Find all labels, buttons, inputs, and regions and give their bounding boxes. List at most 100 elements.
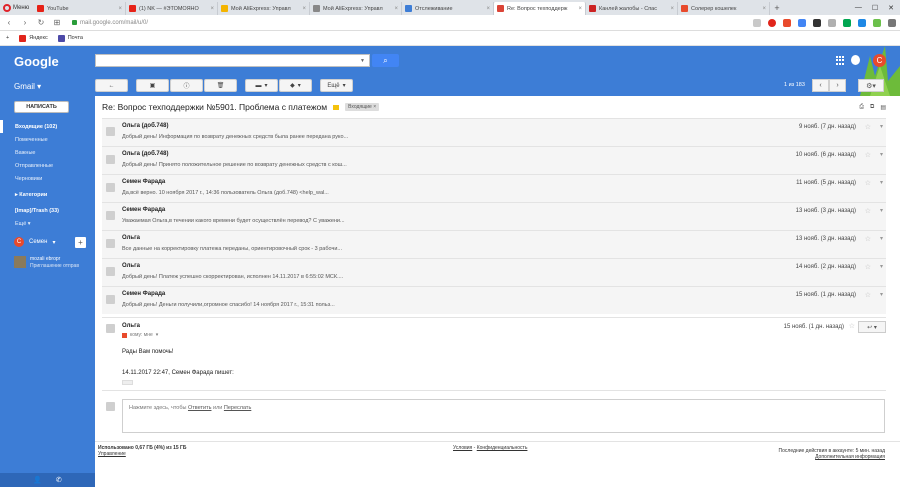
details-link[interactable]: Дополнительная информация (779, 454, 885, 460)
bookmark-mail[interactable]: Почта (57, 34, 83, 42)
hangouts-contact[interactable]: mozali ebropr Приглашение отправ (14, 256, 79, 270)
star-icon[interactable]: ☆ (849, 322, 855, 330)
browser-tab[interactable]: Канлей жалобы - Спас × (586, 2, 678, 15)
delete-button[interactable]: 🗑 (204, 79, 237, 92)
extension-icon[interactable] (813, 18, 821, 27)
phone-icon[interactable]: ✆ (56, 476, 62, 484)
browser-tab[interactable]: Re: Вопрос техподдерж × (494, 2, 586, 15)
print-icon[interactable]: ⎙ (859, 104, 864, 111)
close-tab-icon[interactable]: × (578, 6, 582, 12)
collapsed-message[interactable]: Семен Фарада Добрый день! Деньги получили… (102, 286, 886, 314)
extension-icon[interactable] (828, 18, 836, 27)
terms-link[interactable]: Условия (453, 445, 472, 451)
extension-icon[interactable] (798, 18, 806, 27)
url-field[interactable]: mail.google.com/mail/u/0/ (72, 20, 148, 26)
collapsed-message[interactable]: Семен Фарада Уважаемая Ольга,в течении ка… (102, 202, 886, 230)
sidebar-item-trash[interactable]: [Imap]/Trash (33) (0, 204, 95, 217)
google-logo[interactable]: Google (14, 54, 59, 69)
extension-icon[interactable] (768, 18, 776, 27)
browser-tab[interactable]: Отслеживание × (402, 2, 494, 15)
search-options-icon[interactable]: ▼ (360, 58, 365, 64)
hangouts-user[interactable]: С Семен ▾ (14, 237, 55, 247)
star-icon[interactable]: ☆ (865, 151, 871, 159)
collapsed-message[interactable]: Семен Фарада Да,всё верно. 10 ноября 2017… (102, 174, 886, 202)
sidebar-item-important[interactable]: Важные (0, 146, 95, 159)
search-input[interactable]: ▼ (95, 54, 370, 67)
gmail-switcher[interactable]: Gmail ▾ (14, 82, 41, 91)
compose-button[interactable]: НАПИСАТЬ (14, 101, 69, 113)
more-options-icon[interactable]: ▾ (880, 207, 883, 214)
star-icon[interactable]: ☆ (865, 179, 871, 187)
settings-button[interactable]: ⚙ ▾ (858, 79, 884, 92)
sidebar-item-inbox[interactable]: Входящие (102) (0, 120, 95, 133)
minimize-icon[interactable]: — (855, 4, 862, 11)
extension-icon[interactable] (843, 18, 851, 27)
more-options-icon[interactable]: ▾ (880, 123, 883, 130)
recipient-line[interactable]: кому: мне ▾ (122, 332, 158, 338)
more-button[interactable]: Ещё ▾ (320, 79, 353, 92)
apps-grid-icon[interactable] (836, 56, 845, 65)
extension-icon[interactable] (783, 18, 791, 27)
back-icon[interactable]: ‹ (4, 18, 14, 27)
close-tab-icon[interactable]: × (670, 6, 674, 12)
move-to-button[interactable]: ▬ ▾ (245, 79, 278, 92)
search-button[interactable]: ⌕ (372, 54, 399, 67)
new-conversation-button[interactable]: + (75, 237, 86, 248)
browser-tab[interactable]: Мой AliExpress: Управл × (310, 2, 402, 15)
reply-link[interactable]: Ответить (188, 405, 212, 411)
forward-link[interactable]: Переслать (224, 405, 251, 411)
more-options-icon[interactable]: ▾ (880, 151, 883, 158)
extension-icon[interactable] (858, 18, 866, 27)
account-avatar[interactable]: С (873, 54, 886, 67)
close-tab-icon[interactable]: × (394, 6, 398, 12)
browser-tab[interactable]: Мой AliExpress: Управл × (218, 2, 310, 15)
add-bookmark-icon[interactable]: + (6, 35, 9, 41)
more-options-icon[interactable]: ▾ (880, 179, 883, 186)
reply-button[interactable]: ↩ ▾ (858, 321, 886, 333)
star-icon[interactable]: ☆ (865, 207, 871, 215)
contacts-icon[interactable]: 👤 (33, 476, 42, 484)
new-window-icon[interactable]: ⧉ (870, 104, 874, 111)
sidebar-item-sent[interactable]: Отправленные (0, 159, 95, 172)
star-icon[interactable]: ☆ (865, 235, 871, 243)
privacy-link[interactable]: Конфиденциальность (477, 445, 528, 451)
close-tab-icon[interactable]: × (210, 6, 214, 12)
sidebar-item-more[interactable]: Ещё ▾ (0, 217, 95, 230)
close-window-icon[interactable]: ✕ (888, 4, 894, 12)
browser-tab[interactable]: (1) NK — #ЭТОМОЯНО × (126, 2, 218, 15)
report-spam-button[interactable]: ⓘ (170, 79, 203, 92)
manage-storage-link[interactable]: Управление (98, 451, 186, 457)
older-button[interactable]: › (829, 79, 846, 92)
sidebar-item-drafts[interactable]: Черновики (0, 172, 95, 185)
expand-all-icon[interactable]: ▤ (880, 104, 886, 111)
new-tab-button[interactable]: + (770, 3, 784, 13)
browser-tab[interactable]: Солерер кошелек × (678, 2, 770, 15)
more-options-icon[interactable]: ▾ (880, 291, 883, 298)
back-to-inbox-button[interactable]: ← (95, 79, 128, 92)
bookmark-heart-icon[interactable] (753, 18, 761, 27)
star-icon[interactable]: ☆ (865, 263, 871, 271)
collapsed-message[interactable]: Ольга (доб.748) Добрый день! Информация п… (102, 118, 886, 146)
more-options-icon[interactable]: ▾ (880, 235, 883, 242)
more-options-icon[interactable]: ▾ (880, 263, 883, 270)
importance-marker-icon[interactable] (333, 104, 340, 110)
maximize-icon[interactable]: ☐ (872, 4, 878, 12)
archive-button[interactable]: ▣ (136, 79, 169, 92)
newer-button[interactable]: ‹ (812, 79, 829, 92)
notifications-icon[interactable] (851, 55, 860, 65)
close-tab-icon[interactable]: × (302, 6, 306, 12)
close-tab-icon[interactable]: × (486, 6, 490, 12)
browser-tab[interactable]: YouTube × (34, 2, 126, 15)
star-icon[interactable]: ☆ (865, 291, 871, 299)
collapsed-message[interactable]: Ольга (доб.748) Добрый день! Принято поло… (102, 146, 886, 174)
close-tab-icon[interactable]: × (762, 6, 766, 12)
download-icon[interactable] (888, 18, 896, 27)
show-trimmed-content-button[interactable] (122, 380, 133, 385)
label-chip[interactable]: Входящие × (345, 103, 380, 111)
labels-button[interactable]: ◆ ▾ (279, 79, 312, 92)
browser-menu-button[interactable]: Меню (0, 0, 34, 15)
collapsed-message[interactable]: Ольга Добрый день! Платеж успешно скоррек… (102, 258, 886, 286)
reply-box[interactable]: Нажмите здесь, чтобы Ответить или Пересл… (122, 399, 885, 433)
collapsed-message[interactable]: Ольга Все данные на корректировку платежа… (102, 230, 886, 258)
extension-icon[interactable] (873, 18, 881, 27)
